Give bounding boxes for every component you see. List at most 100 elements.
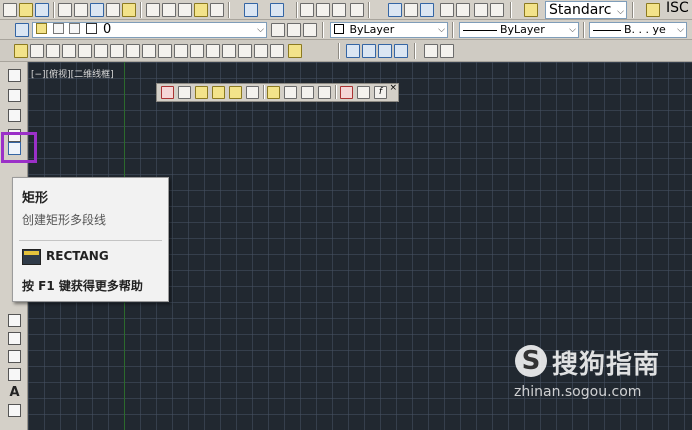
array-icon[interactable] bbox=[78, 44, 92, 58]
zoom-realtime-icon[interactable] bbox=[316, 3, 330, 17]
new-file-icon[interactable] bbox=[3, 3, 17, 17]
send-to-back-icon[interactable] bbox=[362, 44, 376, 58]
explode-icon[interactable] bbox=[288, 44, 302, 58]
aligned-dimension-icon[interactable] bbox=[178, 86, 191, 99]
layer-select[interactable]: 0 ⌵ bbox=[32, 22, 267, 38]
open-file-icon[interactable] bbox=[19, 3, 33, 17]
undo-icon[interactable] bbox=[244, 3, 258, 17]
close-icon[interactable]: × bbox=[389, 83, 397, 93]
move-icon[interactable] bbox=[94, 44, 108, 58]
linetype-value: ByLayer bbox=[500, 23, 545, 36]
polyline-icon[interactable] bbox=[8, 109, 21, 122]
zoom-previous-icon[interactable] bbox=[350, 3, 364, 17]
tooltip-help-hint: 按 F1 键获得更多帮助 bbox=[22, 279, 143, 293]
region-icon[interactable] bbox=[8, 350, 21, 363]
function-icon[interactable]: f bbox=[374, 86, 387, 99]
color-select[interactable]: ByLayer ⌵ bbox=[330, 22, 448, 38]
redo-icon[interactable] bbox=[270, 3, 284, 17]
bring-to-front-icon[interactable] bbox=[346, 44, 360, 58]
color-swatch bbox=[334, 24, 344, 34]
layer-state-icon[interactable] bbox=[303, 23, 317, 37]
print-icon[interactable] bbox=[58, 3, 72, 17]
offset-icon[interactable] bbox=[62, 44, 76, 58]
arc-length-icon[interactable] bbox=[195, 86, 208, 99]
linear-dimension-icon[interactable] bbox=[161, 86, 174, 99]
hatch-icon[interactable] bbox=[8, 314, 21, 327]
rotate-icon[interactable] bbox=[110, 44, 124, 58]
linetype-preview bbox=[463, 29, 497, 31]
pan-icon[interactable] bbox=[300, 3, 314, 17]
break-at-point-icon[interactable] bbox=[190, 44, 204, 58]
help-icon[interactable] bbox=[490, 3, 504, 17]
toolbar-separator bbox=[368, 2, 370, 18]
block-editor-icon[interactable] bbox=[210, 3, 224, 17]
text-style-icon[interactable] bbox=[524, 3, 538, 17]
publish-web-icon[interactable] bbox=[122, 3, 136, 17]
calculator-icon[interactable] bbox=[474, 3, 488, 17]
linetype-select[interactable]: ByLayer ⌵ bbox=[459, 22, 579, 38]
lineweight-value: B. . . ye bbox=[624, 23, 666, 36]
toolbar-separator bbox=[335, 85, 337, 99]
bring-above-icon[interactable] bbox=[378, 44, 392, 58]
construction-line-icon[interactable] bbox=[8, 89, 21, 102]
quick-dimension-icon[interactable] bbox=[301, 86, 314, 99]
extend-icon[interactable] bbox=[174, 44, 188, 58]
zoom-window-icon[interactable] bbox=[332, 3, 346, 17]
baseline-icon[interactable] bbox=[318, 86, 331, 99]
send-under-icon[interactable] bbox=[394, 44, 408, 58]
layer-previous-icon[interactable] bbox=[287, 23, 301, 37]
dimension-delete-icon[interactable] bbox=[340, 86, 353, 99]
multiline-text-icon[interactable]: A bbox=[8, 386, 21, 399]
properties-icon[interactable] bbox=[388, 3, 402, 17]
save-icon[interactable] bbox=[35, 3, 49, 17]
add-selected-icon[interactable] bbox=[8, 404, 21, 417]
gradient-icon[interactable] bbox=[8, 332, 21, 345]
text-to-front-icon[interactable] bbox=[424, 44, 438, 58]
text-style-select[interactable]: Standarc ⌵ bbox=[545, 1, 627, 19]
copy-object-icon[interactable] bbox=[30, 44, 44, 58]
rectangle-tool-highlight bbox=[1, 132, 37, 163]
fillet-icon[interactable] bbox=[254, 44, 268, 58]
trim-icon[interactable] bbox=[158, 44, 172, 58]
markup-icon[interactable] bbox=[456, 3, 470, 17]
dimension-style-select[interactable]: ISC bbox=[666, 0, 689, 16]
erase-icon[interactable] bbox=[14, 44, 28, 58]
lineweight-select[interactable]: B. . . ye ⌵ bbox=[589, 22, 687, 38]
watermark-url: zhinan.sogou.com bbox=[514, 384, 642, 400]
mirror-icon[interactable] bbox=[46, 44, 60, 58]
layer-properties-icon[interactable] bbox=[15, 23, 29, 37]
design-center-icon[interactable] bbox=[404, 3, 418, 17]
make-current-layer-icon[interactable] bbox=[271, 23, 285, 37]
join-icon[interactable] bbox=[222, 44, 236, 58]
cut-icon[interactable] bbox=[146, 3, 160, 17]
match-properties-icon[interactable] bbox=[194, 3, 208, 17]
ordinate-icon[interactable] bbox=[212, 86, 225, 99]
hatch-to-back-icon[interactable] bbox=[440, 44, 454, 58]
jogged-icon[interactable] bbox=[246, 86, 259, 99]
modify-toolbar bbox=[0, 40, 692, 62]
chamfer-icon[interactable] bbox=[238, 44, 252, 58]
dimension-edit-icon[interactable] bbox=[357, 86, 370, 99]
viewport-controls-label[interactable]: [−][俯视][二维线框] bbox=[31, 67, 114, 80]
table-icon[interactable] bbox=[8, 368, 21, 381]
toolbar-separator bbox=[53, 2, 55, 18]
stretch-icon[interactable] bbox=[142, 44, 156, 58]
copy-icon[interactable] bbox=[162, 3, 176, 17]
chevron-down-icon: ⌵ bbox=[438, 25, 445, 35]
dimension-style-icon[interactable] bbox=[646, 3, 660, 17]
scale-icon[interactable] bbox=[126, 44, 140, 58]
3d-print-icon[interactable] bbox=[106, 3, 120, 17]
tooltip-description: 创建矩形多段线 bbox=[22, 213, 107, 227]
print-preview-icon[interactable] bbox=[74, 3, 88, 17]
angular-icon[interactable] bbox=[284, 86, 297, 99]
paste-icon[interactable] bbox=[178, 3, 192, 17]
line-icon[interactable] bbox=[8, 69, 21, 82]
tool-palettes-icon[interactable] bbox=[420, 3, 434, 17]
blend-curves-icon[interactable] bbox=[270, 44, 284, 58]
publish-icon[interactable] bbox=[90, 3, 104, 17]
diameter-icon[interactable] bbox=[267, 86, 280, 99]
sheet-set-icon[interactable] bbox=[440, 3, 454, 17]
radius-icon[interactable] bbox=[229, 86, 242, 99]
watermark: S 搜狗指南 zhinan.sogou.com bbox=[512, 341, 688, 411]
break-icon[interactable] bbox=[206, 44, 220, 58]
